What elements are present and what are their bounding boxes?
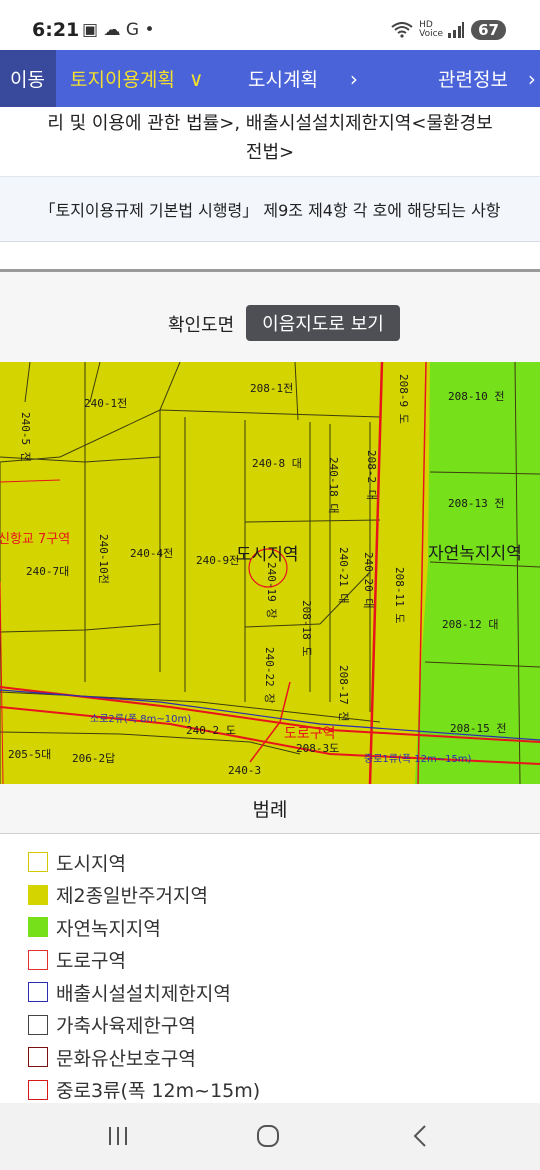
parcel-label: 208-18 도 xyxy=(300,600,313,656)
parcel-label: 208-15 전 xyxy=(450,722,506,735)
road-label-minor: 소로2류(폭 8m~10m) xyxy=(90,713,191,725)
tab-move-label: 이동 xyxy=(10,69,45,91)
legend-title-bar: 범례 xyxy=(0,784,540,834)
top-nav-tabs: 이동 토지이용계획 ∨ 도시계획 › 관련정보 › xyxy=(0,50,540,107)
parcel-label: 240-7대 xyxy=(26,565,69,578)
legend-swatch xyxy=(28,884,48,905)
parcel-label: 240-8 대 xyxy=(252,457,302,470)
parcel-label: 240-3 xyxy=(228,764,261,777)
legend-item: 중로3류(폭 12m~15m) xyxy=(28,1074,260,1107)
tab-land-use-plan[interactable]: 토지이용계획 ∨ xyxy=(56,50,218,107)
parcel-label: 240-5 전 xyxy=(19,412,32,462)
legend-label: 중로3류(폭 12m~15m) xyxy=(56,1080,261,1103)
legend-label: 제2종일반주거지역 xyxy=(56,885,208,908)
parcel-label: 208-13 전 xyxy=(448,497,504,510)
notification-icons: ▣ ☁ G • xyxy=(82,20,155,40)
legend-label: 문화유산보호구역 xyxy=(56,1047,196,1070)
parcel-label: 240-4전 xyxy=(130,547,173,560)
tab-urban-plan[interactable]: 도시계획 › xyxy=(218,50,390,107)
parcel-label: 205-5대 xyxy=(8,748,51,761)
parcel-label: 240-10전 xyxy=(97,534,110,584)
parcel-label: 240-9전 xyxy=(196,554,239,567)
parcel-label: 208-12 대 xyxy=(442,618,498,631)
eum-map-button[interactable]: 이음지도로 보기 xyxy=(246,305,400,341)
legend-swatch xyxy=(28,917,48,938)
back-icon[interactable] xyxy=(402,1119,438,1153)
parcel-label: 206-2답 xyxy=(72,752,115,765)
legend-item: 문화유산보호구역 xyxy=(28,1041,260,1074)
parcel-label: 208-2 대 xyxy=(365,450,378,500)
law-text-line1: 리 및 이용에 관한 법률>, 배출시설설치제한지역<물환경보 xyxy=(47,113,493,134)
legend-item: 제2종일반주거지역 xyxy=(28,879,260,912)
home-icon[interactable] xyxy=(250,1119,286,1153)
parcel-label: 240-1전 xyxy=(84,397,127,410)
chevron-down-icon: ∨ xyxy=(188,66,204,91)
parcel-label: 208-9 도 xyxy=(397,374,410,424)
zone-label-urban: 도시지역 xyxy=(236,545,299,565)
legend-label: 배출시설설치제한지역 xyxy=(56,982,231,1005)
parcel-label: 240-18 대 xyxy=(327,457,340,513)
regulation-notice: 「토지이용규제 기본법 시행령」 제9조 제4항 각 호에 해당되는 사항 xyxy=(0,176,540,242)
recent-apps-icon[interactable] xyxy=(100,1119,136,1153)
legend-label: 자연녹지지역 xyxy=(56,917,161,940)
status-icons-right: HD Voice 67 xyxy=(391,18,506,42)
regulation-text: 「토지이용규제 기본법 시행령」 제9조 제4항 각 호에 해당되는 사항 xyxy=(39,201,501,220)
parcel-label: 240-19 장 xyxy=(265,562,278,618)
law-text-line2: 전법> xyxy=(245,142,295,163)
system-nav-bar xyxy=(0,1103,540,1170)
zone-label-road: 도로구역 xyxy=(284,726,336,742)
parcel-label: 240-20 대 xyxy=(362,552,375,608)
map-header: 확인도면 이음지도로 보기 xyxy=(0,272,540,362)
legend-swatch xyxy=(28,1079,48,1100)
status-bar: 6:21 ▣ ☁ G • HD Voice 67 xyxy=(0,0,540,50)
law-text: 리 및 이용에 관한 법률>, 배출시설설치제한지역<물환경보 전법> xyxy=(0,109,540,167)
map-section-label: 확인도면 xyxy=(168,315,235,336)
legend-item: 가축사육제한구역 xyxy=(28,1009,260,1042)
parcel-label: 208-3도 xyxy=(296,742,339,755)
legend-item: 도로구역 xyxy=(28,944,260,977)
parcel-label: 240-2 도 xyxy=(186,724,236,737)
parcel-label: 208-1전 xyxy=(250,382,293,395)
green-zone xyxy=(415,362,540,784)
legend-swatch xyxy=(28,982,48,1003)
legend-swatch xyxy=(28,1047,48,1068)
zone-label-school: 신항교 7구역 xyxy=(0,532,70,547)
legend-item: 배출시설설치제한지역 xyxy=(28,976,260,1009)
parcel-label: 208-10 전 xyxy=(448,390,504,403)
legend-swatch xyxy=(28,949,48,970)
legend-item: 도시지역 xyxy=(28,846,260,879)
wifi-icon xyxy=(391,22,413,38)
land-use-map[interactable]: 240-5 전 240-1전 208-1전 208-9 도 208-10 전 2… xyxy=(0,362,540,784)
legend-label: 도로구역 xyxy=(56,950,126,973)
status-time: 6:21 xyxy=(32,19,80,41)
battery-level: 67 xyxy=(471,20,506,40)
legend-title: 범례 xyxy=(252,799,288,821)
parcel-label: 208-11 도 xyxy=(393,567,406,623)
tab-related-info-label: 관련정보 xyxy=(438,69,508,91)
road-label-main: 중로1류(폭 12m~15m) xyxy=(364,753,472,765)
legend-item: 자연녹지지역 xyxy=(28,911,260,944)
tab-land-use-plan-label: 토지이용계획 xyxy=(70,69,175,91)
chevron-right-icon: › xyxy=(527,66,536,91)
legend-swatch xyxy=(28,1014,48,1035)
network-label: HD Voice xyxy=(419,20,444,39)
legend-label: 도시지역 xyxy=(56,852,126,875)
parcel-label: 208-17 전 xyxy=(337,665,350,721)
tab-move[interactable]: 이동 xyxy=(0,50,56,107)
legend-swatch xyxy=(28,852,48,873)
zone-label-green: 자연녹지지역 xyxy=(428,544,522,564)
legend: 도시지역 제2종일반주거지역 자연녹지지역 도로구역 배출시설설치제한지역 가축… xyxy=(28,846,260,1106)
tab-related-info[interactable]: 관련정보 › xyxy=(390,50,540,107)
parcel-label: 240-21 대 xyxy=(337,547,350,603)
parcel-label: 240-22 장 xyxy=(263,647,276,703)
chevron-right-icon: › xyxy=(349,66,358,91)
legend-label: 가축사육제한구역 xyxy=(56,1015,196,1038)
tab-urban-plan-label: 도시계획 xyxy=(248,69,318,91)
map-canvas: 240-5 전 240-1전 208-1전 208-9 도 208-10 전 2… xyxy=(0,362,540,784)
signal-icon xyxy=(448,22,465,38)
